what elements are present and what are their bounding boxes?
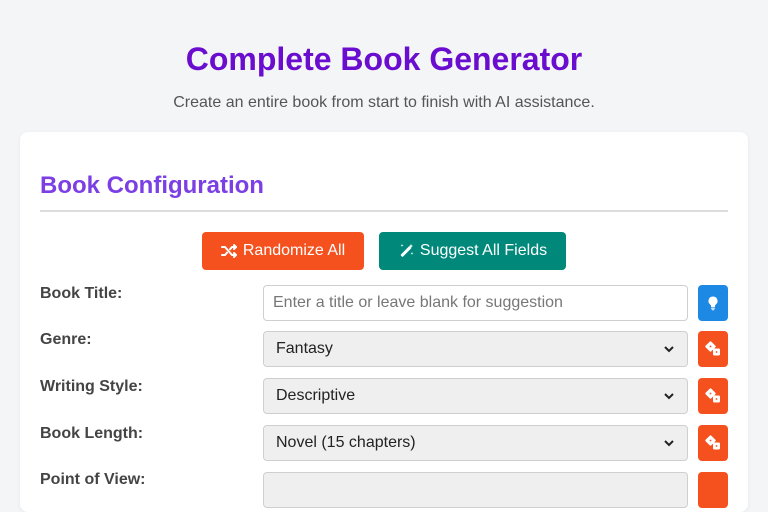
book-configuration-card: Book Configuration Randomize All Suggest… [20, 132, 748, 512]
shuffle-icon [220, 244, 237, 258]
randomize-writing-style-button[interactable] [698, 378, 728, 414]
dice-icon [705, 388, 720, 403]
writing-style-select[interactable]: Descriptive [263, 378, 688, 414]
genre-selected-value: Fantasy [276, 340, 333, 357]
writing-style-label: Writing Style: [40, 378, 143, 395]
randomize-book-length-button[interactable] [698, 425, 728, 461]
section-divider [40, 210, 728, 212]
book-length-select[interactable]: Novel (15 chapters) [263, 425, 688, 461]
page-subtitle: Create an entire book from start to fini… [173, 94, 595, 111]
randomize-point-of-view-button[interactable] [698, 472, 728, 508]
book-title-input[interactable] [263, 285, 688, 321]
suggest-title-button[interactable] [698, 285, 728, 321]
section-title: Book Configuration [40, 172, 264, 199]
point-of-view-select[interactable] [263, 472, 688, 508]
book-length-label: Book Length: [40, 425, 144, 442]
lightbulb-icon [708, 296, 718, 311]
page-title: Complete Book Generator [185, 41, 583, 77]
dice-icon [705, 341, 720, 356]
randomize-all-label: Randomize All [242, 242, 346, 259]
point-of-view-label: Point of View: [40, 471, 146, 488]
randomize-all-button[interactable]: Randomize All [202, 232, 364, 270]
dice-icon [705, 435, 720, 450]
genre-select[interactable]: Fantasy [263, 331, 688, 367]
chevron-down-icon [664, 393, 674, 400]
suggest-all-fields-button[interactable]: Suggest All Fields [379, 232, 566, 270]
chevron-down-icon [664, 346, 674, 353]
randomize-genre-button[interactable] [698, 331, 728, 367]
genre-label: Genre: [40, 331, 92, 348]
suggest-all-fields-label: Suggest All Fields [419, 242, 548, 259]
book-title-label: Book Title: [40, 285, 123, 302]
book-length-selected-value: Novel (15 chapters) [276, 434, 416, 451]
chevron-down-icon [664, 440, 674, 447]
magic-wand-icon [400, 244, 414, 257]
writing-style-selected-value: Descriptive [276, 387, 356, 404]
